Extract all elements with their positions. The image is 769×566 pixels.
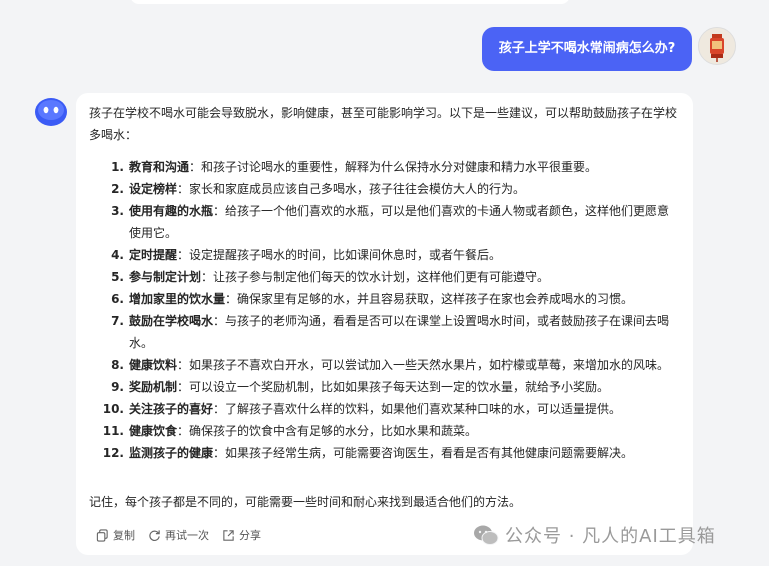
share-button[interactable]: 分享 xyxy=(222,527,261,543)
item-title: 健康饮料 xyxy=(129,358,178,372)
answer-actions: 复制 再试一次 分享 xyxy=(96,526,274,544)
item-title: 奖励机制 xyxy=(129,380,178,394)
answer-outro: 记住，每个孩子都是不同的，可能需要一些时间和耐心来找到最适合他们的方法。 xyxy=(89,495,522,509)
list-item: 6. 增加家里的饮水量：确保家里有足够的水，并且容易获取，这样孩子在家也会养成喝水… xyxy=(89,288,679,310)
list-item: 1. 教育和沟通：和孩子讨论喝水的重要性，解释为什么保持水分对健康和精力水平很重要… xyxy=(89,156,679,178)
item-number: 4. xyxy=(111,248,124,262)
item-number: 2. xyxy=(111,182,124,196)
item-text: ：家长和家庭成员应该自己多喝水，孩子往往会模仿大人的行为。 xyxy=(177,182,526,196)
item-number: 12. xyxy=(102,446,124,460)
item-text: ：了解孩子喜欢什么样的饮料，如果他们喜欢某种口味的水，可以适量提供。 xyxy=(213,402,622,416)
item-text: ：和孩子讨论喝水的重要性，解释为什么保持水分对健康和精力水平很重要。 xyxy=(189,160,598,174)
item-title: 使用有趣的水瓶 xyxy=(129,204,214,218)
watermark: 公众号 · 凡人的AI工具箱 xyxy=(473,520,716,550)
answer-intro: 孩子在学校不喝水可能会导致脱水，影响健康，甚至可能影响学习。以下是一些建议，可以… xyxy=(89,106,678,142)
list-item: 3. 使用有趣的水瓶：给孩子一个他们喜欢的水瓶，可以是他们喜欢的卡通人物或者颜色，… xyxy=(89,200,679,244)
item-title: 监测孩子的健康 xyxy=(129,446,214,460)
item-number: 6. xyxy=(111,292,124,306)
item-number: 5. xyxy=(111,270,124,284)
refresh-icon xyxy=(149,529,160,541)
list-item: 12. 监测孩子的健康：如果孩子经常生病，可能需要咨询医生，看看是否有其他健康问题… xyxy=(89,442,679,464)
share-icon xyxy=(223,529,234,541)
item-number: 8. xyxy=(111,358,124,372)
item-text: ：确保家里有足够的水，并且容易获取，这样孩子在家也会养成喝水的习惯。 xyxy=(225,292,634,306)
copy-button[interactable]: 复制 xyxy=(96,527,135,543)
item-title: 健康饮食 xyxy=(129,424,178,438)
item-number: 9. xyxy=(111,380,124,394)
bot-face-icon xyxy=(35,98,67,126)
item-title: 教育和沟通 xyxy=(129,160,190,174)
list-item: 9. 奖励机制：可以设立一个奖励机制，比如如果孩子每天达到一定的饮水量，就给予小奖… xyxy=(89,376,679,398)
item-title: 定时提醒 xyxy=(129,248,178,262)
retry-label: 再试一次 xyxy=(165,529,209,542)
suggestion-list: 1. 教育和沟通：和孩子讨论喝水的重要性，解释为什么保持水分对健康和精力水平很重要… xyxy=(89,156,679,464)
copy-label: 复制 xyxy=(113,529,135,542)
user-message-bubble: 孩子上学不喝水常闹病怎么办? xyxy=(482,27,692,71)
lantern-avatar-icon xyxy=(699,28,735,64)
wechat-icon xyxy=(474,525,499,545)
item-text: ：确保孩子的饮食中含有足够的水分，比如水果和蔬菜。 xyxy=(177,424,478,438)
list-item: 2. 设定榜样：家长和家庭成员应该自己多喝水，孩子往往会模仿大人的行为。 xyxy=(89,178,679,200)
item-title: 参与制定计划 xyxy=(129,270,202,284)
item-title: 增加家里的饮水量 xyxy=(129,292,226,306)
item-title: 鼓励在学校喝水 xyxy=(129,314,214,328)
item-text: ：如果孩子经常生病，可能需要咨询医生，看看是否有其他健康问题需要解决。 xyxy=(213,446,634,460)
item-title: 关注孩子的喜好 xyxy=(129,402,214,416)
item-text: ：可以设立一个奖励机制，比如如果孩子每天达到一定的饮水量，就给予小奖励。 xyxy=(177,380,610,394)
share-label: 分享 xyxy=(239,529,261,542)
list-item: 4. 定时提醒：设定提醒孩子喝水的时间，比如课间休息时，或者午餐后。 xyxy=(89,244,679,266)
list-item: 7. 鼓励在学校喝水：与孩子的老师沟通，看看是否可以在课堂上设置喝水时间，或者鼓励… xyxy=(89,310,679,354)
item-number: 10. xyxy=(102,402,124,416)
item-number: 11. xyxy=(102,424,124,438)
list-item: 11. 健康饮食：确保孩子的饮食中含有足够的水分，比如水果和蔬菜。 xyxy=(89,420,679,442)
list-item: 8. 健康饮料：如果孩子不喜欢白开水，可以尝试加入一些天然水果片，如柠檬或草莓，来… xyxy=(89,354,679,376)
user-avatar[interactable] xyxy=(698,27,736,65)
item-text: ：让孩子参与制定他们每天的饮水计划，这样他们更有可能遵守。 xyxy=(201,270,550,284)
watermark-text: 公众号 · 凡人的AI工具箱 xyxy=(505,526,716,547)
bot-avatar xyxy=(33,93,69,129)
copy-icon xyxy=(96,528,108,542)
answer-card: 孩子在学校不喝水可能会导致脱水，影响健康，甚至可能影响学习。以下是一些建议，可以… xyxy=(76,93,693,555)
list-item: 5. 参与制定计划：让孩子参与制定他们每天的饮水计划，这样他们更有可能遵守。 xyxy=(89,266,679,288)
item-title: 设定榜样 xyxy=(129,182,178,196)
retry-button[interactable]: 再试一次 xyxy=(148,527,209,543)
item-text: ：设定提醒孩子喝水的时间，比如课间休息时，或者午餐后。 xyxy=(177,248,502,262)
item-number: 3. xyxy=(111,204,124,218)
item-number: 7. xyxy=(111,314,124,328)
item-number: 1. xyxy=(111,160,124,174)
list-item: 10. 关注孩子的喜好：了解孩子喜欢什么样的饮料，如果他们喜欢某种口味的水，可以适… xyxy=(89,398,679,420)
previous-message-card xyxy=(130,0,570,4)
item-text: ：如果孩子不喜欢白开水，可以尝试加入一些天然水果片，如柠檬或草莓，来增加水的风味… xyxy=(177,358,670,372)
